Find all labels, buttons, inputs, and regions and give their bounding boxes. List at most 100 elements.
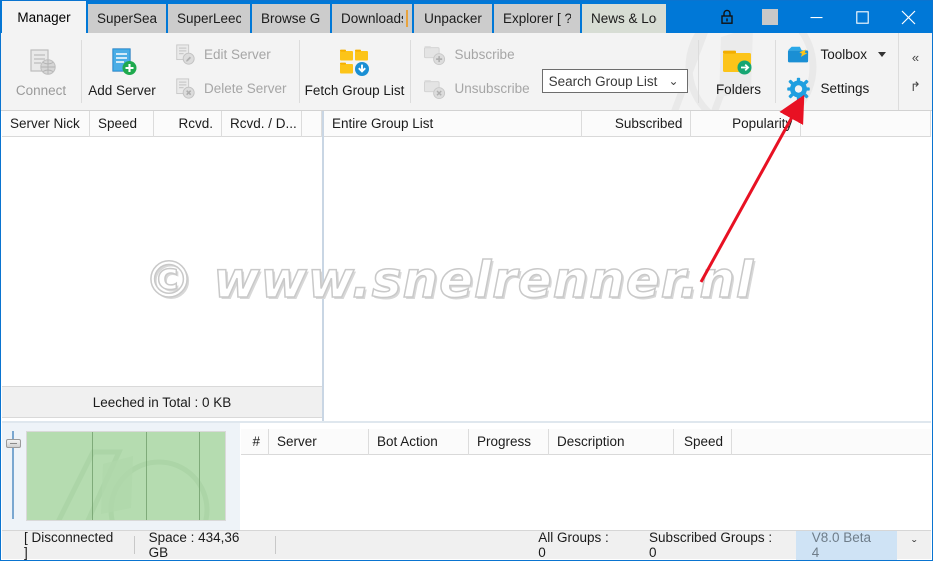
column-header-rcvd[interactable]: Rcvd.	[154, 110, 222, 137]
tab-label: Browse Groups	[261, 11, 321, 26]
column-header-rcvd-per-d[interactable]: Rcvd. / D...	[222, 110, 302, 137]
tab-browse-groups[interactable]: Browse Groups	[252, 4, 330, 33]
tab-unpacker[interactable]: Unpacker	[414, 4, 492, 33]
column-header-entire-group-list[interactable]: Entire Group List	[324, 110, 582, 137]
lock-icon	[721, 9, 733, 24]
detach-ribbon-icon[interactable]: ↱	[910, 80, 921, 93]
vertical-splitter[interactable]	[322, 111, 324, 421]
collapse-ribbon-icon[interactable]: «	[912, 51, 919, 64]
tab-label: Manager	[17, 9, 71, 25]
add-server-label: Add Server	[88, 83, 156, 98]
subscription-column: Subscribe Unsubscribe	[411, 33, 542, 110]
window-controls	[707, 1, 932, 33]
toolbox-icon	[788, 46, 809, 62]
folders-button[interactable]: Folders	[701, 33, 775, 110]
ribbon-group-server: Add Server Edit Server Delete Server	[82, 33, 300, 110]
column-header-index[interactable]: #	[241, 428, 269, 455]
server-actions-column: Edit Server Delete Server	[162, 33, 299, 110]
column-header-description[interactable]: Description	[549, 428, 674, 455]
folder-remove-icon	[423, 79, 445, 99]
ribbon-group-groups: Fetch Group List	[300, 33, 411, 110]
tab-label: Downloads	[341, 11, 403, 26]
close-button[interactable]	[885, 1, 932, 33]
status-version: V8.0 Beta 4	[795, 530, 898, 560]
maximize-button[interactable]	[839, 1, 885, 33]
delete-server-label: Delete Server	[204, 81, 287, 96]
tab-label: Unpacker	[424, 11, 482, 26]
graph-background-watermark	[56, 449, 210, 520]
column-header-progress[interactable]: Progress	[469, 428, 549, 455]
column-header-bot-action[interactable]: Bot Action	[369, 428, 469, 455]
subscribe-label: Subscribe	[454, 47, 515, 62]
gear-icon	[787, 77, 811, 100]
column-header-speed[interactable]: Speed	[90, 110, 154, 137]
restore-down-button[interactable]	[747, 1, 793, 33]
status-all-groups: All Groups : 0	[538, 530, 609, 560]
tab-superleech[interactable]: SuperLeech	[168, 4, 250, 33]
group-list-header: Entire Group List Subscribed Popularity	[324, 110, 931, 137]
graph-gridline	[199, 432, 201, 520]
leeched-total-bar: Leeched in Total : 0 KB	[2, 386, 322, 418]
downloads-activity-marker	[406, 10, 408, 27]
column-header-queue-speed[interactable]: Speed	[674, 428, 732, 455]
restore-square-icon	[762, 9, 778, 25]
toolbox-button[interactable]: Toolbox	[782, 40, 890, 70]
search-group-list-combobox[interactable]: Search Group List ⌄	[541, 69, 688, 93]
tab-news-and-log[interactable]: News & Log	[582, 4, 666, 33]
server-list-panel[interactable]	[2, 138, 322, 386]
status-subscribed-groups: Subscribed Groups : 0	[649, 530, 773, 560]
ribbon-right-section: Folders Toolbox Settings « ↱	[701, 33, 932, 110]
status-space: Space : 434,36 GB	[148, 530, 240, 560]
ribbon-corner-buttons: « ↱	[898, 33, 932, 110]
toolbox-label: Toolbox	[820, 47, 867, 62]
chevron-down-icon[interactable]	[878, 52, 886, 57]
speed-graph-panel	[2, 423, 240, 531]
close-icon	[901, 10, 916, 24]
tab-downloads[interactable]: Downloads	[332, 4, 412, 33]
ribbon-group-subscription: Subscribe Unsubscribe Search Group List	[411, 33, 699, 110]
settings-label: Settings	[820, 81, 870, 96]
fetch-group-list-button[interactable]: Fetch Group List	[300, 33, 410, 110]
column-header-server[interactable]: Server	[269, 428, 369, 455]
column-header-server-nick[interactable]: Server Nick	[2, 110, 90, 137]
chevron-down-icon[interactable]: ⌄	[669, 74, 683, 88]
unsubscribe-button[interactable]: Unsubscribe	[417, 74, 536, 104]
settings-button[interactable]: Settings	[782, 74, 890, 104]
status-connection: [ Disconnected ]	[24, 530, 114, 560]
tab-explorer[interactable]: Explorer [ ?	[494, 4, 580, 33]
server-add-icon	[112, 48, 137, 75]
tab-label: Explorer [ ?	[503, 11, 571, 26]
ribbon-group-connection: Connect	[1, 33, 82, 110]
edit-server-button[interactable]: Edit Server	[168, 40, 293, 70]
column-header-spacer	[801, 110, 931, 137]
graph-scale-slider[interactable]	[2, 423, 24, 531]
leeched-total-label: Leeched in Total : 0 KB	[92, 394, 232, 410]
status-bar: [ Disconnected ] Space : 434,36 GB All G…	[2, 530, 931, 560]
ribbon-separator	[697, 40, 699, 103]
column-header-popularity[interactable]: Popularity	[691, 110, 802, 137]
add-server-button[interactable]: Add Server	[82, 33, 162, 110]
connect-button[interactable]: Connect	[1, 33, 81, 110]
title-bar: Manager SuperSearch SuperLeech Browse Gr…	[1, 1, 932, 33]
lock-button[interactable]	[707, 1, 747, 33]
tools-column: Toolbox Settings	[776, 33, 898, 110]
search-group-list-value: Search Group List	[548, 73, 658, 89]
folders-label: Folders	[715, 82, 761, 97]
graph-gridline	[145, 432, 147, 520]
tab-label: News & Log	[591, 11, 657, 26]
minimize-button[interactable]	[793, 1, 839, 33]
subscribe-button[interactable]: Subscribe	[417, 40, 536, 70]
slider-thumb[interactable]	[6, 439, 21, 448]
speed-graph-canvas[interactable]	[26, 431, 226, 521]
graph-gridline	[92, 432, 94, 520]
server-list-header: Server Nick Speed Rcvd. Rcvd. / D...	[2, 110, 322, 137]
delete-server-button[interactable]: Delete Server	[168, 74, 293, 104]
tab-manager[interactable]: Manager	[2, 1, 86, 33]
ribbon-toolbar: Connect Add Server Edit Server Delete Se…	[1, 33, 932, 111]
server-edit-icon	[176, 43, 195, 65]
column-header-subscribed[interactable]: Subscribed	[582, 110, 692, 137]
tab-supersearch[interactable]: SuperSearch	[88, 4, 166, 33]
status-expand-icon[interactable]: ˇ	[897, 531, 931, 560]
tab-strip: Manager SuperSearch SuperLeech Browse Gr…	[2, 1, 668, 33]
group-list-panel[interactable]	[324, 138, 931, 421]
